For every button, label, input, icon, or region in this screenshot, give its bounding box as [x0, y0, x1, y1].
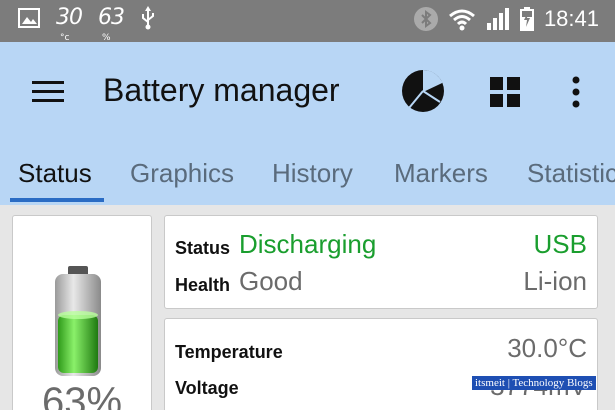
technology-value: Li-ion [523, 266, 587, 296]
clock: 18:41 [543, 6, 599, 31]
app-bar: Battery manager Status Graphics History … [0, 42, 615, 205]
battery-percent-indicator: 63 % [98, 6, 125, 44]
power-source-value: USB [533, 229, 587, 259]
wifi-icon [448, 9, 475, 31]
status-content: 63% Status Discharging USB Health Good L… [0, 205, 615, 410]
battery-level-card: 63% [12, 215, 152, 410]
health-value: Good [239, 266, 303, 296]
watermark: itsmeit | Technology Blogs [472, 376, 596, 390]
tab-markers[interactable]: Markers [394, 158, 488, 189]
battery-charging-icon [519, 7, 534, 31]
pie-chart-icon[interactable] [400, 68, 446, 114]
battery-icon [55, 266, 101, 376]
details-card: Temperature 30.0°C Voltage 3774mV [164, 318, 598, 410]
tab-bar: Status Graphics History Markers Statisti… [0, 150, 615, 205]
temperature-label: Temperature [175, 342, 283, 362]
tab-statistic[interactable]: Statistic [527, 158, 615, 189]
tab-status[interactable]: Status [18, 158, 92, 189]
temperature-value: 30.0°C [507, 333, 587, 363]
temperature-indicator: 30 °c [56, 6, 83, 44]
menu-icon[interactable] [32, 81, 64, 103]
bluetooth-icon [413, 7, 438, 31]
status-label: Status [175, 238, 231, 258]
status-value: Discharging [239, 229, 377, 259]
tab-history[interactable]: History [272, 158, 353, 189]
page-title: Battery manager [103, 72, 340, 108]
tab-graphics[interactable]: Graphics [130, 158, 234, 189]
active-tab-indicator [10, 198, 104, 202]
system-status-bar: 30 °c 63 % 18:41 [0, 0, 615, 44]
status-bar-left: 30 °c 63 % [18, 6, 156, 44]
status-bar-right: 18:41 [413, 6, 599, 32]
voltage-label: Voltage [175, 378, 239, 398]
health-label: Health [175, 275, 231, 295]
image-icon [18, 8, 40, 28]
battery-percentage: 63% [41, 380, 123, 410]
usb-icon [142, 6, 154, 30]
more-vert-icon[interactable] [571, 76, 581, 108]
status-card: Status Discharging USB Health Good Li-io… [164, 215, 598, 309]
grid-icon[interactable] [490, 77, 520, 107]
signal-icon [486, 8, 509, 30]
